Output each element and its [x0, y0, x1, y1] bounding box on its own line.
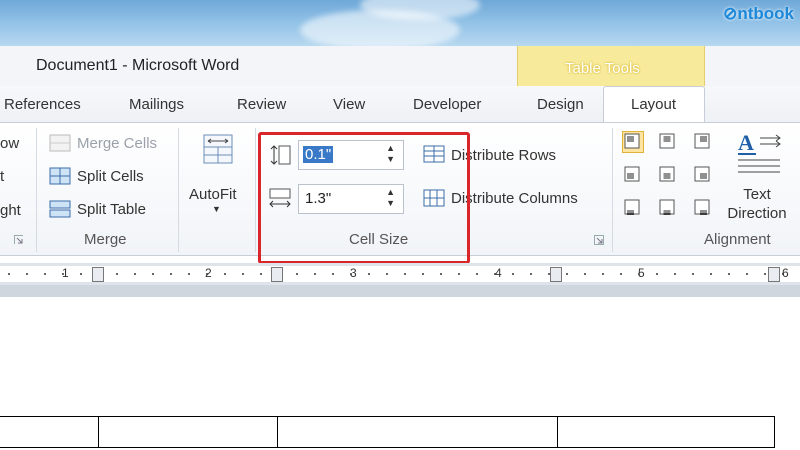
- align-middle-center-icon[interactable]: [659, 166, 675, 182]
- ruler-tick: [116, 273, 118, 275]
- background-photo-strip: [0, 0, 800, 46]
- distribute-columns-button[interactable]: Distribute Columns: [451, 190, 578, 207]
- ruler-tick: [620, 273, 622, 275]
- ruler-tick: [386, 273, 388, 275]
- ruler-tick: [566, 273, 568, 275]
- ruler-track: [0, 266, 800, 282]
- align-top-right-icon[interactable]: [694, 133, 710, 149]
- table-row: [0, 416, 775, 448]
- ruler-tick: [404, 273, 406, 275]
- autofit-button[interactable]: AutoFit: [189, 186, 237, 203]
- insert-right-partial[interactable]: ght: [0, 202, 21, 219]
- ruler-number: 3: [350, 266, 357, 280]
- ruler-tick: [602, 273, 604, 275]
- ruler-tick: [314, 273, 316, 275]
- ruler-tick: [296, 273, 298, 275]
- autofit-dropdown-icon[interactable]: ▼: [212, 204, 221, 214]
- ruler-number: 6: [782, 266, 789, 280]
- ruler-tick: [710, 273, 712, 275]
- ruler-tick: [260, 273, 262, 275]
- align-middle-right-icon[interactable]: [694, 166, 710, 182]
- column-marker[interactable]: [271, 267, 283, 282]
- ruler-tick: [242, 273, 244, 275]
- ruler-tick: [476, 273, 478, 275]
- window-title: Document1 - Microsoft Word: [36, 57, 240, 74]
- autofit-icon: [203, 134, 233, 164]
- separator: [36, 128, 37, 252]
- table-tools-label: Table Tools: [565, 60, 640, 77]
- ruler-number: 1: [62, 266, 69, 280]
- align-top-left-icon[interactable]: [624, 133, 640, 149]
- ruler-tick: [656, 273, 658, 275]
- ruler-tick: [80, 273, 82, 275]
- table-cell[interactable]: [277, 416, 558, 448]
- ruler-tick: [674, 273, 676, 275]
- ruler-tick: [332, 273, 334, 275]
- ruler-tick: [44, 273, 46, 275]
- align-middle-left-icon[interactable]: [624, 166, 640, 182]
- split-table-button[interactable]: Split Table: [77, 201, 146, 218]
- cell-size-highlight: [258, 132, 470, 264]
- table-cell[interactable]: [98, 416, 278, 448]
- tab-view[interactable]: View: [333, 96, 365, 113]
- split-cells-icon: [49, 167, 71, 185]
- merge-cells-icon: [49, 134, 71, 152]
- ruler-tick: [224, 273, 226, 275]
- ruler-tick: [512, 273, 514, 275]
- ruler-tick: [692, 273, 694, 275]
- separator: [255, 128, 256, 252]
- alignment-group-label: Alignment: [704, 231, 771, 248]
- ruler-tick: [764, 273, 766, 275]
- brand-logo: ⊘ntbook: [723, 4, 794, 23]
- table-cell[interactable]: [557, 416, 775, 448]
- column-marker[interactable]: [92, 267, 104, 282]
- svg-text:A: A: [738, 130, 754, 155]
- tab-mailings[interactable]: Mailings: [129, 96, 184, 113]
- ruler-tick: [170, 273, 172, 275]
- ruler-tick: [584, 273, 586, 275]
- tab-developer[interactable]: Developer: [413, 96, 481, 113]
- split-cells-button[interactable]: Split Cells: [77, 168, 144, 185]
- text-direction-icon: A: [738, 130, 781, 173]
- ruler-tick: [134, 273, 136, 275]
- column-marker[interactable]: [550, 267, 562, 282]
- cell-size-launcher-icon[interactable]: [594, 235, 604, 245]
- tab-layout[interactable]: Layout: [631, 96, 676, 113]
- merge-group-label: Merge: [84, 231, 127, 248]
- column-marker[interactable]: [768, 267, 780, 282]
- rows-columns-launcher-icon[interactable]: [14, 235, 23, 244]
- separator: [178, 128, 179, 252]
- ruler-tick: [440, 273, 442, 275]
- tab-review[interactable]: Review: [237, 96, 286, 113]
- insert-row-partial[interactable]: ow: [0, 135, 19, 152]
- table-cell[interactable]: [0, 416, 99, 448]
- ruler-tick: [8, 273, 10, 275]
- ruler-bottom-bar: [0, 285, 800, 297]
- ruler-number: 2: [205, 266, 212, 280]
- align-top-center-icon[interactable]: [659, 133, 675, 149]
- ruler-tick: [728, 273, 730, 275]
- ruler-tick: [188, 273, 190, 275]
- ruler-tick: [530, 273, 532, 275]
- insert-col-partial[interactable]: t: [0, 168, 4, 185]
- tab-references[interactable]: References: [4, 96, 81, 113]
- ruler-tick: [368, 273, 370, 275]
- align-bottom-right-icon[interactable]: [694, 199, 710, 215]
- ruler-tick: [152, 273, 154, 275]
- align-bottom-left-icon[interactable]: [624, 199, 640, 215]
- separator: [612, 128, 613, 252]
- align-bottom-center-icon[interactable]: [659, 199, 675, 215]
- tab-design[interactable]: Design: [537, 96, 584, 113]
- document-table[interactable]: [0, 416, 775, 448]
- ruler-tick: [746, 273, 748, 275]
- ruler-tick: [458, 273, 460, 275]
- ruler-tick: [26, 273, 28, 275]
- merge-cells-button[interactable]: Merge Cells: [77, 135, 157, 152]
- text-direction-button[interactable]: Text Direction: [722, 185, 792, 223]
- logo-icon: ⊘: [723, 4, 738, 23]
- split-table-icon: [49, 200, 71, 218]
- ruler-number: 4: [495, 266, 502, 280]
- ruler-number: 5: [638, 266, 645, 280]
- ruler-tick: [422, 273, 424, 275]
